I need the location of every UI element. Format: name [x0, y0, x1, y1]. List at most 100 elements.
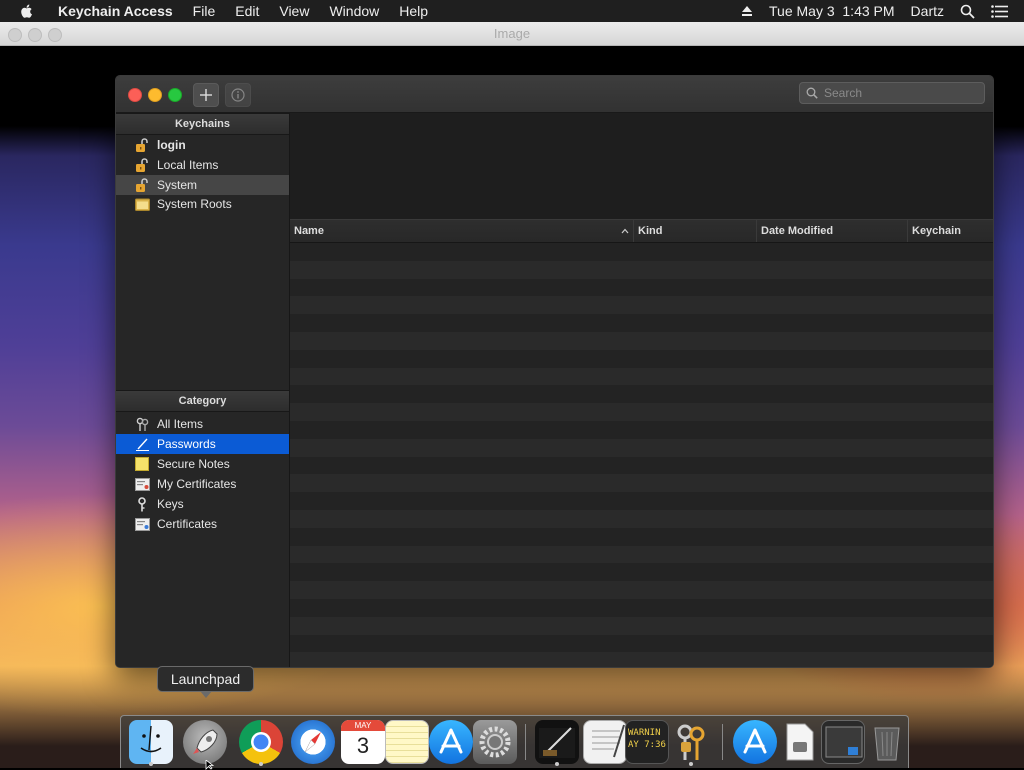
dock-chrome-icon[interactable]	[239, 720, 283, 764]
category-item-secure-notes[interactable]: Secure Notes	[116, 454, 289, 474]
table-row	[290, 403, 993, 421]
dock-console-icon[interactable]: WARNIN AY 7:36	[625, 720, 669, 764]
column-header-kind[interactable]: Kind	[634, 220, 757, 242]
search-input[interactable]	[822, 85, 966, 101]
dock-launchpad-icon[interactable]	[183, 720, 227, 764]
keychain-item-system-roots[interactable]: System Roots	[116, 194, 289, 214]
table-row	[290, 331, 993, 350]
pen-icon	[134, 436, 150, 452]
keychain-item-system[interactable]: System	[116, 175, 289, 195]
dock-trash-icon[interactable]	[865, 720, 909, 764]
unlocked-padlock-icon	[134, 137, 150, 153]
certificate-icon	[134, 476, 150, 492]
dock-app-store-folder-icon[interactable]	[733, 720, 777, 764]
column-header-name[interactable]: Name	[290, 220, 634, 242]
table-row	[290, 545, 993, 564]
dock: MAY 3 WARNIN AY 7:36	[120, 715, 909, 768]
certificate-icon	[134, 516, 150, 532]
dock-finder-icon[interactable]	[129, 720, 173, 764]
table-row	[290, 243, 993, 261]
sidebar-item-label: login	[157, 138, 186, 152]
dock-notes-icon[interactable]	[385, 720, 429, 764]
column-header-label: Name	[294, 225, 324, 237]
console-line: AY 7:36	[628, 740, 666, 750]
table-row	[290, 634, 993, 653]
dock-textedit-icon[interactable]	[583, 720, 627, 764]
dock-files-stack-icon[interactable]	[777, 720, 821, 764]
table-row	[290, 456, 993, 475]
key-icon	[134, 496, 150, 512]
dock-xcode-icon[interactable]	[535, 720, 579, 764]
sidebar: Keychains login Local Items System Syste…	[116, 113, 290, 667]
table-row	[290, 598, 993, 617]
dock-app-store-icon[interactable]	[429, 720, 473, 764]
unlocked-padlock-icon	[134, 177, 150, 193]
column-header-date-modified[interactable]: Date Modified	[757, 220, 908, 242]
dock-safari-icon[interactable]	[291, 720, 335, 764]
keys-icon	[134, 416, 150, 432]
table-row	[290, 616, 993, 635]
minimize-button[interactable]	[148, 88, 162, 102]
eject-icon[interactable]	[741, 5, 753, 17]
table-row	[290, 581, 993, 599]
table-row	[290, 527, 993, 546]
table-row	[290, 420, 993, 439]
table-row	[290, 367, 993, 386]
column-header-keychain[interactable]: Keychain	[908, 220, 993, 242]
category-item-certificates[interactable]: Certificates	[116, 514, 289, 534]
apple-menu-icon[interactable]	[18, 2, 36, 20]
table-header: Name Kind Date Modified Keychain	[290, 220, 993, 243]
add-item-button[interactable]	[193, 83, 219, 107]
keychains-header: Keychains	[116, 113, 289, 135]
menubar-clock[interactable]: Tue May 3 1:43 PM	[769, 3, 895, 19]
folder-icon	[134, 196, 150, 212]
items-table-body[interactable]	[290, 243, 993, 667]
console-line: WARNIN	[628, 728, 661, 738]
sidebar-item-label: My Certificates	[157, 477, 237, 491]
sidebar-item-label: Passwords	[157, 437, 216, 451]
viewer-title: Image	[493, 26, 531, 41]
keychain-item-login[interactable]: login	[116, 135, 289, 155]
dock-keychain-access-icon[interactable]	[669, 720, 713, 764]
table-row	[290, 260, 993, 279]
category-item-passwords[interactable]: Passwords	[116, 434, 289, 454]
dock-calendar-icon[interactable]: MAY 3	[341, 720, 385, 764]
spotlight-search-icon[interactable]	[960, 4, 975, 19]
category-item-keys[interactable]: Keys	[116, 494, 289, 514]
info-icon	[231, 88, 245, 102]
category-item-my-certificates[interactable]: My Certificates	[116, 474, 289, 494]
notification-center-icon[interactable]	[991, 4, 1008, 18]
running-indicator	[555, 762, 559, 766]
sidebar-item-label: Secure Notes	[157, 457, 230, 471]
zoom-button[interactable]	[168, 88, 182, 102]
menu-app-name[interactable]: Keychain Access	[48, 3, 183, 19]
running-indicator	[149, 762, 153, 766]
table-row	[290, 438, 993, 457]
running-indicator	[259, 762, 263, 766]
search-field[interactable]	[799, 82, 985, 104]
category-item-all-items[interactable]: All Items	[116, 414, 289, 434]
menu-file[interactable]: File	[183, 3, 226, 19]
menu-view[interactable]: View	[269, 3, 319, 19]
calendar-month: MAY	[341, 720, 385, 731]
calendar-day: 3	[356, 733, 370, 758]
menu-help[interactable]: Help	[389, 3, 438, 19]
dock-screenshot-stack-icon[interactable]	[821, 720, 865, 764]
close-button[interactable]	[128, 88, 142, 102]
table-row	[290, 652, 993, 667]
menubar-user[interactable]: Dartz	[911, 3, 944, 19]
viewer-title-bar: Image	[0, 22, 1024, 46]
sidebar-item-label: System	[157, 178, 198, 192]
search-icon	[806, 87, 818, 99]
table-row	[290, 296, 993, 315]
keychain-item-local-items[interactable]: Local Items	[116, 155, 289, 175]
menu-edit[interactable]: Edit	[225, 3, 269, 19]
dock-separator	[722, 724, 723, 760]
unlocked-padlock-icon	[134, 157, 150, 173]
dock-system-preferences-icon[interactable]	[473, 720, 517, 764]
menu-window[interactable]: Window	[319, 3, 389, 19]
table-row	[290, 492, 993, 510]
sidebar-item-label: System Roots	[157, 197, 232, 211]
table-row	[290, 278, 993, 297]
get-info-button[interactable]	[225, 83, 251, 107]
